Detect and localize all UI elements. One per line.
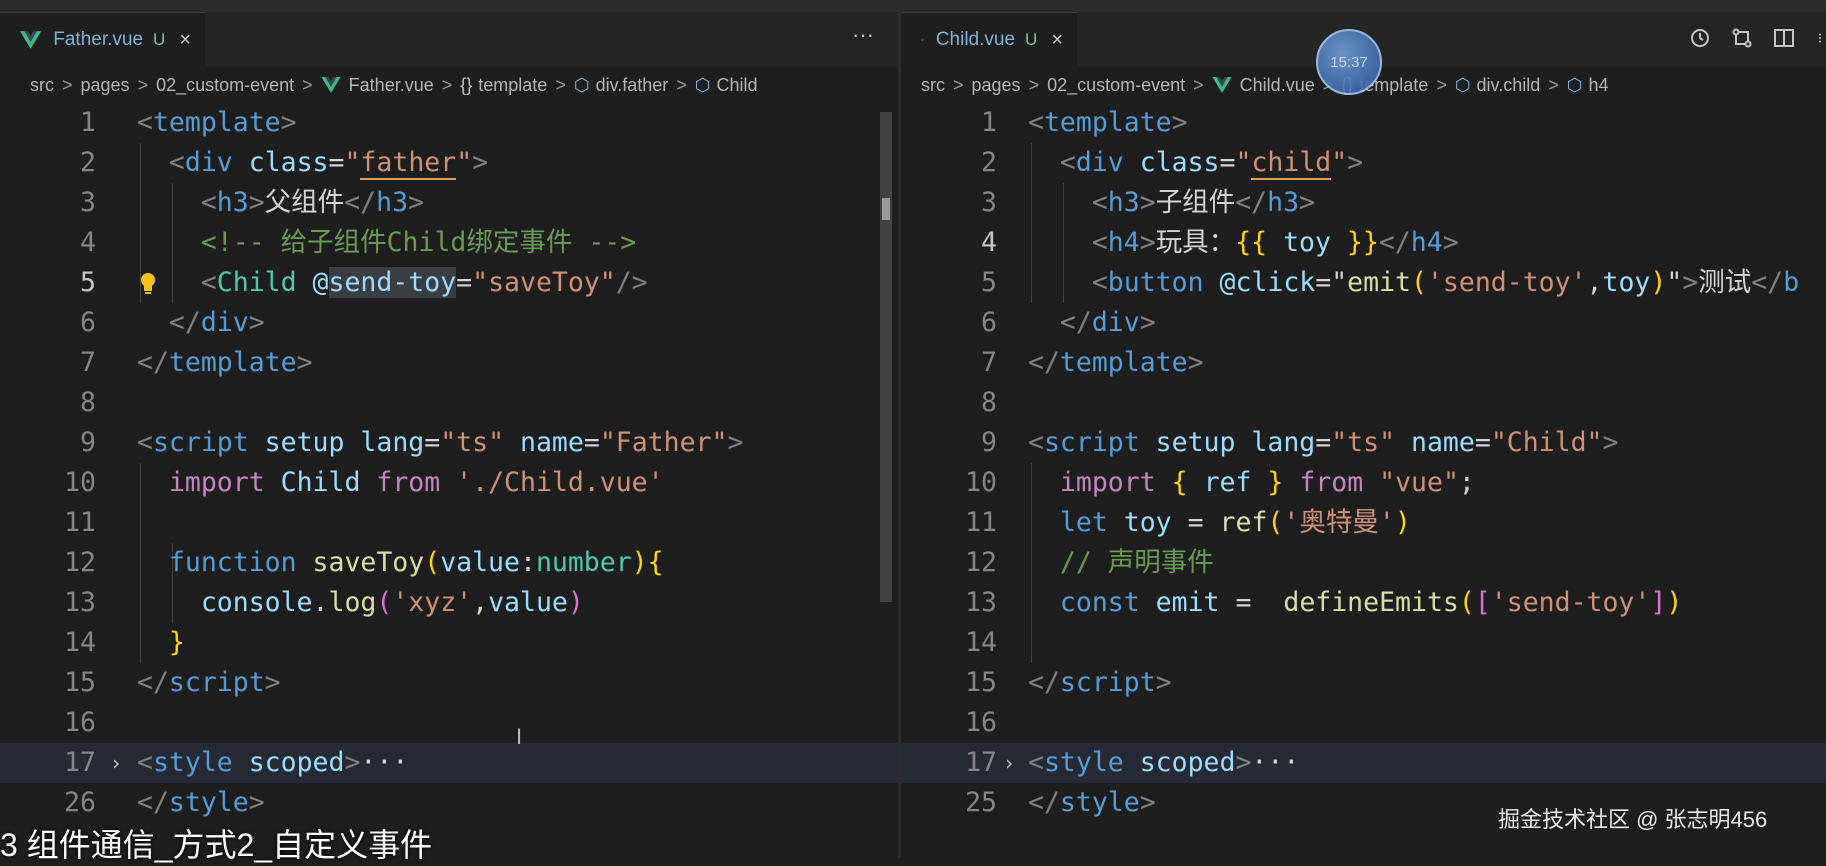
breadcrumb-item-src[interactable]: src	[921, 75, 945, 96]
scrollbar-marker	[882, 198, 890, 220]
code-line: 4 <!-- 给子组件Child绑定事件 -->	[80, 227, 637, 258]
code-line: 6 </div>	[981, 307, 1156, 338]
code-line: 14	[965, 627, 997, 658]
chevron-right-icon: >	[1193, 74, 1204, 95]
breadcrumb-item-file[interactable]: Father.vue	[349, 75, 434, 96]
breadcrumb-item-pages[interactable]: pages	[81, 75, 130, 96]
code-line: 5 <button @click="emit('send-toy',toy)">…	[981, 267, 1800, 298]
element-icon: ⬡	[1566, 74, 1583, 95]
chevron-right-icon: >	[676, 74, 687, 95]
close-icon[interactable]: ×	[1051, 29, 1063, 52]
untracked-badge: U	[153, 30, 166, 49]
breadcrumb-item-element[interactable]: div.child	[1477, 75, 1541, 96]
code-line: 12 // 声明事件	[965, 547, 1214, 578]
code-line: 5 <Child @send-toy="saveToy"/>	[80, 267, 648, 298]
code-line: 2 <div class="child">	[981, 147, 1364, 180]
recording-timer-badge: 15:37	[1316, 29, 1382, 95]
chevron-right-icon: >	[62, 74, 73, 95]
code-line: 1 <template>	[981, 107, 1188, 138]
vue-file-icon	[321, 77, 341, 93]
chevron-right-icon: >	[441, 74, 453, 95]
close-icon[interactable]: ×	[179, 29, 191, 52]
breadcrumb: src > pages > 02_custom-event > Child.vu…	[921, 70, 1609, 100]
top-strip	[0, 0, 1826, 12]
open-changes-icon[interactable]	[1730, 26, 1754, 50]
code-line: 16	[64, 707, 96, 738]
chevron-right-icon: >	[137, 74, 149, 95]
code-line: 13 const emit = defineEmits(['send-toy']…	[965, 587, 1683, 618]
code-line: 7 </template>	[80, 347, 313, 378]
code-line: 10 import { ref } from "vue";	[965, 467, 1475, 498]
tab-filename: Father.vue	[53, 29, 144, 50]
code-area[interactable]: 1 <template> 2 <div class="father"> 3 <h3…	[0, 103, 898, 858]
tab-bar: Father.vue U × ···	[0, 12, 898, 67]
code-line: 3 <h3>父组件</h3>	[80, 187, 424, 218]
code-line: 3 <h3>子组件</h3>	[981, 187, 1315, 218]
element-icon: ⬡	[694, 74, 711, 95]
code-line: 14 }	[64, 627, 185, 658]
vue-file-icon	[20, 31, 42, 49]
code-line: 11	[64, 507, 96, 538]
breadcrumb: src > pages > 02_custom-event > Father.v…	[30, 70, 758, 100]
chevron-right-icon: >	[1436, 74, 1447, 95]
code-line: 12 function saveToy(value:number){	[64, 547, 664, 578]
code-line: 15 </script>	[64, 667, 281, 698]
breadcrumb-item-template[interactable]: template	[478, 75, 547, 96]
code-line: 6 </div>	[80, 307, 265, 338]
code-line: 9 <script setup lang="ts" name="Father">	[80, 427, 744, 458]
code-line: 17 › <style scoped>···	[901, 743, 1826, 783]
code-line: 8	[80, 387, 96, 418]
more-actions-icon[interactable]: ···	[852, 22, 874, 48]
watermark: 掘金技术社区 @ 张志明456	[1498, 807, 1768, 832]
fold-chevron-icon[interactable]: ›	[1003, 743, 1015, 783]
lightbulb-icon[interactable]	[138, 271, 158, 295]
chevron-right-icon: >	[1548, 74, 1559, 95]
vue-file-icon	[1212, 77, 1232, 93]
breadcrumb-item-src[interactable]: src	[30, 75, 54, 96]
breadcrumb-item-pages[interactable]: pages	[972, 75, 1021, 96]
text-cursor-icon: I	[516, 724, 523, 749]
vue-file-icon	[921, 38, 924, 42]
fold-chevron-icon[interactable]: ›	[110, 743, 122, 783]
editor-pane-child[interactable]: Child.vue U × src > pages > 02_custom-ev…	[901, 12, 1826, 858]
breadcrumb-item-folder[interactable]: 02_custom-event	[1047, 75, 1185, 96]
code-line: 7 </template>	[981, 347, 1204, 378]
code-line: 26 </style>	[64, 787, 265, 818]
chevron-right-icon: >	[555, 74, 566, 95]
breadcrumb-item-h4[interactable]: h4	[1588, 75, 1608, 96]
more-actions-icon[interactable]	[1814, 26, 1826, 50]
split-editor-icon[interactable]	[1772, 26, 1796, 50]
timeline-history-icon[interactable]	[1688, 26, 1712, 50]
code-line: 16	[965, 707, 997, 738]
code-line: 1 <template>	[80, 107, 297, 138]
editor-pane-father[interactable]: Father.vue U × ··· src > pages > 02_cust…	[0, 12, 898, 858]
breadcrumb-item-file[interactable]: Child.vue	[1240, 75, 1315, 96]
code-area[interactable]: 1 <template> 2 <div class="child"> 3 <h3>…	[901, 103, 1826, 858]
code-line: 13 console.log('xyz',value)	[64, 587, 584, 618]
chevron-right-icon: >	[1028, 74, 1040, 95]
editor-actions	[1688, 26, 1826, 50]
breadcrumb-item-folder[interactable]: 02_custom-event	[156, 75, 294, 96]
element-icon: ⬡	[1454, 74, 1471, 95]
untracked-badge: U	[1025, 30, 1038, 49]
braces-icon: {}	[460, 74, 473, 95]
breadcrumb-item-element[interactable]: div.father	[596, 75, 669, 96]
code-line: 8	[981, 387, 997, 418]
tab-father-vue[interactable]: Father.vue U ×	[0, 12, 205, 67]
code-line: 17 › <style scoped>···	[0, 743, 898, 783]
code-line: 15 </script>	[965, 667, 1172, 698]
code-line: 11 let toy = ref('奥特曼')	[965, 507, 1411, 538]
code-line: 10 import Child from './Child.vue'	[64, 467, 664, 498]
chevron-right-icon: >	[953, 74, 964, 95]
code-line: 2 <div class="father">	[80, 147, 489, 180]
tab-child-vue[interactable]: Child.vue U ×	[901, 12, 1077, 67]
breadcrumb-item-child[interactable]: Child	[717, 75, 758, 96]
vertical-scrollbar[interactable]	[880, 112, 892, 602]
code-line: 9 <script setup lang="ts" name="Child">	[981, 427, 1619, 458]
tab-filename: Child.vue	[935, 29, 1016, 50]
code-line: 4 <h4>玩具：{{ toy }}</h4>	[981, 227, 1459, 258]
chevron-right-icon: >	[302, 74, 313, 95]
element-icon: ⬡	[573, 74, 590, 95]
video-caption: 3 组件通信_方式2_自定义事件	[0, 827, 433, 863]
